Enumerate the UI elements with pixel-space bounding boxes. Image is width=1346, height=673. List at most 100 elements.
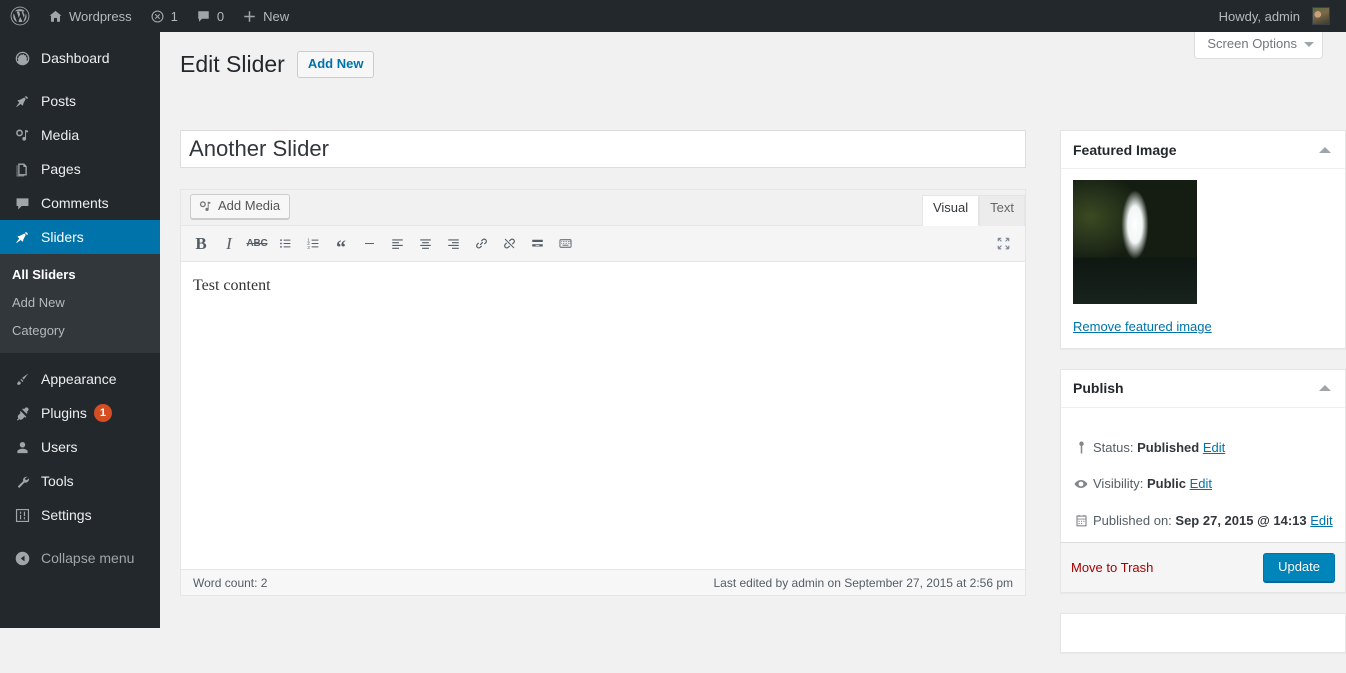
update-button[interactable]: Update (1263, 552, 1335, 582)
sidebar-item-label: Users (41, 439, 78, 455)
collapse-menu-button[interactable]: Collapse menu (0, 541, 160, 575)
admin-bar-comments[interactable]: 0 (187, 0, 233, 32)
sidebar-item-label: Plugins (41, 405, 87, 421)
align-right-icon[interactable] (439, 230, 467, 258)
toggle-panel-icon[interactable] (1319, 385, 1331, 391)
bold-icon[interactable]: B (187, 230, 215, 258)
add-new-button[interactable]: Add New (296, 51, 375, 78)
toolbar-toggle-icon[interactable] (551, 230, 579, 258)
sidebar-item-sliders[interactable]: Sliders (0, 220, 168, 254)
menu-separator (0, 75, 160, 84)
numbered-list-icon[interactable]: 1 2 3 (299, 230, 327, 258)
menu-separator (0, 32, 160, 41)
blockquote-icon[interactable]: “ (327, 230, 355, 258)
strikethrough-icon[interactable]: ABC (243, 230, 271, 258)
pages-icon (12, 161, 32, 178)
screen-options-label: Screen Options (1207, 36, 1297, 51)
wordpress-logo-icon (10, 6, 30, 26)
main-content: Screen Options Edit Slider Add New Anoth… (160, 32, 1346, 653)
screen-meta-links: Screen Options (1194, 32, 1323, 59)
admin-bar-my-account[interactable]: Howdy, admin (1210, 0, 1346, 32)
admin-bar-site-name[interactable]: Wordpress (39, 0, 141, 32)
admin-bar-site-label: Wordpress (69, 8, 132, 24)
remove-featured-image-link[interactable]: Remove featured image (1073, 317, 1212, 337)
collapse-menu-label: Collapse menu (41, 550, 135, 566)
featured-image-body: Remove featured image (1061, 169, 1345, 348)
sidebar-item-pages[interactable]: Pages (0, 152, 160, 186)
admin-bar-new-content[interactable]: New (233, 0, 298, 32)
sidebar-item-dashboard[interactable]: Dashboard (0, 41, 160, 75)
minor-publishing-actions (1061, 408, 1345, 426)
publish-body: Status: Published Edit Visibility: Publi… (1061, 408, 1345, 592)
post-status-value: Published (1137, 439, 1200, 455)
sidebar-item-label: Sliders (41, 229, 84, 245)
add-media-button[interactable]: Add Media (190, 194, 291, 219)
wrench-icon (12, 473, 32, 490)
admin-bar-updates[interactable]: 1 (141, 0, 187, 32)
sidebar-item-tools[interactable]: Tools (0, 464, 160, 498)
post-published-on-value: Sep 27, 2015 @ 14:13 (1175, 513, 1307, 529)
sidebar-item-label: Dashboard (41, 50, 110, 66)
post-visibility-row: Visibility: Public Edit (1061, 468, 1345, 505)
collapse-arrow-icon (12, 550, 32, 567)
sidebar-item-plugins[interactable]: Plugins 1 (0, 396, 160, 430)
screen-options-tab[interactable]: Screen Options (1194, 32, 1323, 59)
post-status-icon (1071, 438, 1091, 455)
post-published-on-label: Published on: (1093, 513, 1172, 529)
toggle-panel-icon[interactable] (1319, 146, 1331, 153)
edit-visibility-link[interactable]: Edit (1190, 476, 1212, 491)
editor-content-area[interactable]: Test content (181, 262, 1025, 569)
wordpress-logo-button[interactable] (0, 0, 39, 32)
sidebar-item-label: Comments (41, 195, 109, 211)
media-icon (198, 199, 213, 214)
featured-image-title: Featured Image (1073, 141, 1177, 158)
editor-content-text: Test content (193, 277, 271, 294)
distraction-free-writing-icon[interactable] (989, 230, 1017, 258)
submenu-item-category[interactable]: Category (0, 317, 160, 345)
major-publishing-actions: Move to Trash Update (1061, 541, 1345, 592)
publish-title: Publish (1073, 380, 1124, 396)
dashboard-icon (12, 50, 32, 67)
bullet-list-icon[interactable] (271, 230, 299, 258)
publish-header[interactable]: Publish (1061, 370, 1345, 408)
sliders-icon (12, 507, 32, 524)
align-left-icon[interactable] (383, 230, 411, 258)
submenu-item-add-new[interactable]: Add New (0, 289, 160, 317)
post-published-on-row: Published on: Sep 27, 2015 @ 14:13 Edit (1061, 505, 1345, 542)
submenu-item-all-sliders[interactable]: All Sliders (0, 261, 160, 289)
editor-status-bar: Word count: 2 Last edited by admin on Se… (181, 569, 1025, 595)
calendar-icon (1071, 511, 1091, 528)
home-icon (48, 9, 63, 24)
move-to-trash-link[interactable]: Move to Trash (1071, 558, 1153, 578)
insert-more-icon[interactable] (523, 230, 551, 258)
align-center-icon[interactable] (411, 230, 439, 258)
sidebar-item-label: Tools (41, 473, 74, 489)
edit-status-link[interactable]: Edit (1203, 440, 1225, 455)
sidebar-item-comments[interactable]: Comments (0, 186, 160, 220)
italic-icon[interactable]: I (215, 230, 243, 258)
editor-mode-tabs: Visual Text (921, 195, 1025, 226)
chevron-down-icon (1304, 41, 1314, 47)
media-icon (12, 127, 32, 144)
tab-visual[interactable]: Visual (921, 195, 980, 226)
page-header: Edit Slider Add New (180, 50, 375, 79)
horizontal-rule-icon[interactable] (355, 230, 383, 258)
featured-image-header[interactable]: Featured Image (1061, 131, 1345, 169)
sidebar-item-media[interactable]: Media (0, 118, 160, 152)
title-field-wrap (180, 130, 1026, 168)
admin-menu-sidebar: Dashboard Posts Media Pages Comments Sli… (0, 32, 168, 628)
sidebar-item-appearance[interactable]: Appearance (0, 362, 160, 396)
avatar (1312, 7, 1330, 25)
sidebar-item-posts[interactable]: Posts (0, 84, 160, 118)
svg-text:3: 3 (307, 245, 310, 250)
edit-published-on-link[interactable]: Edit (1310, 513, 1332, 528)
featured-image-thumbnail[interactable] (1073, 180, 1197, 304)
link-icon[interactable] (467, 230, 495, 258)
post-title-input[interactable] (180, 130, 1026, 168)
last-edited: Last edited by admin on September 27, 20… (713, 575, 1013, 590)
sidebar-item-users[interactable]: Users (0, 430, 160, 464)
comments-count: 0 (216, 8, 225, 24)
unlink-icon[interactable] (495, 230, 523, 258)
tab-text[interactable]: Text (979, 195, 1025, 226)
sidebar-item-settings[interactable]: Settings (0, 498, 160, 532)
